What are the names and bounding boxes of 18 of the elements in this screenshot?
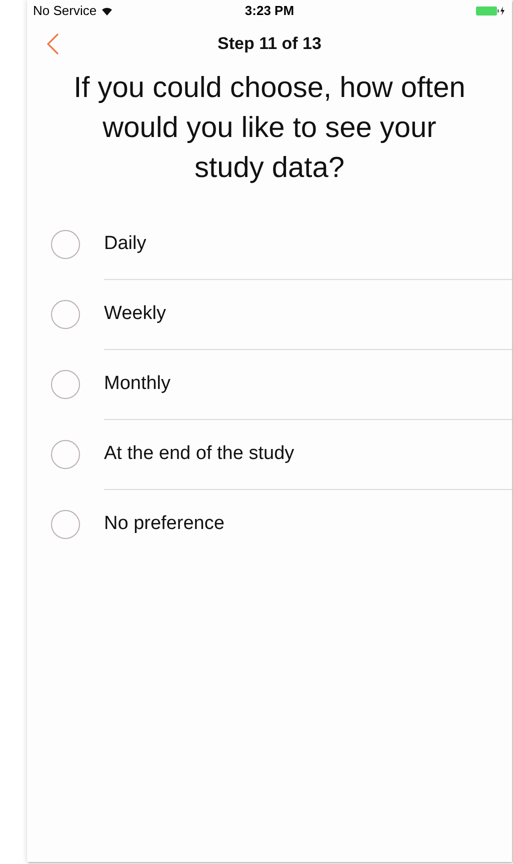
question-text: If you could choose, how often would you like to see your study data? <box>72 71 466 186</box>
step-title: Step 11 of 13 <box>218 33 322 56</box>
back-button[interactable] <box>45 31 61 57</box>
radio-button[interactable] <box>51 440 80 469</box>
clock-text: 3:23 PM <box>244 2 294 20</box>
answer-option[interactable]: Daily <box>27 210 512 279</box>
radio-button[interactable] <box>51 230 80 259</box>
answer-option[interactable]: At the end of the study <box>27 420 512 489</box>
answer-option[interactable]: Weekly <box>27 280 512 349</box>
radio-button[interactable] <box>51 510 80 539</box>
back-chevron-icon <box>47 33 59 55</box>
answer-option[interactable]: Monthly <box>27 350 512 419</box>
carrier-text: No Service <box>33 2 97 20</box>
answer-option[interactable]: No preference <box>27 490 512 559</box>
radio-button[interactable] <box>51 300 80 329</box>
battery-charging-icon <box>476 6 506 16</box>
radio-button[interactable] <box>51 370 80 399</box>
wifi-icon <box>100 6 113 16</box>
